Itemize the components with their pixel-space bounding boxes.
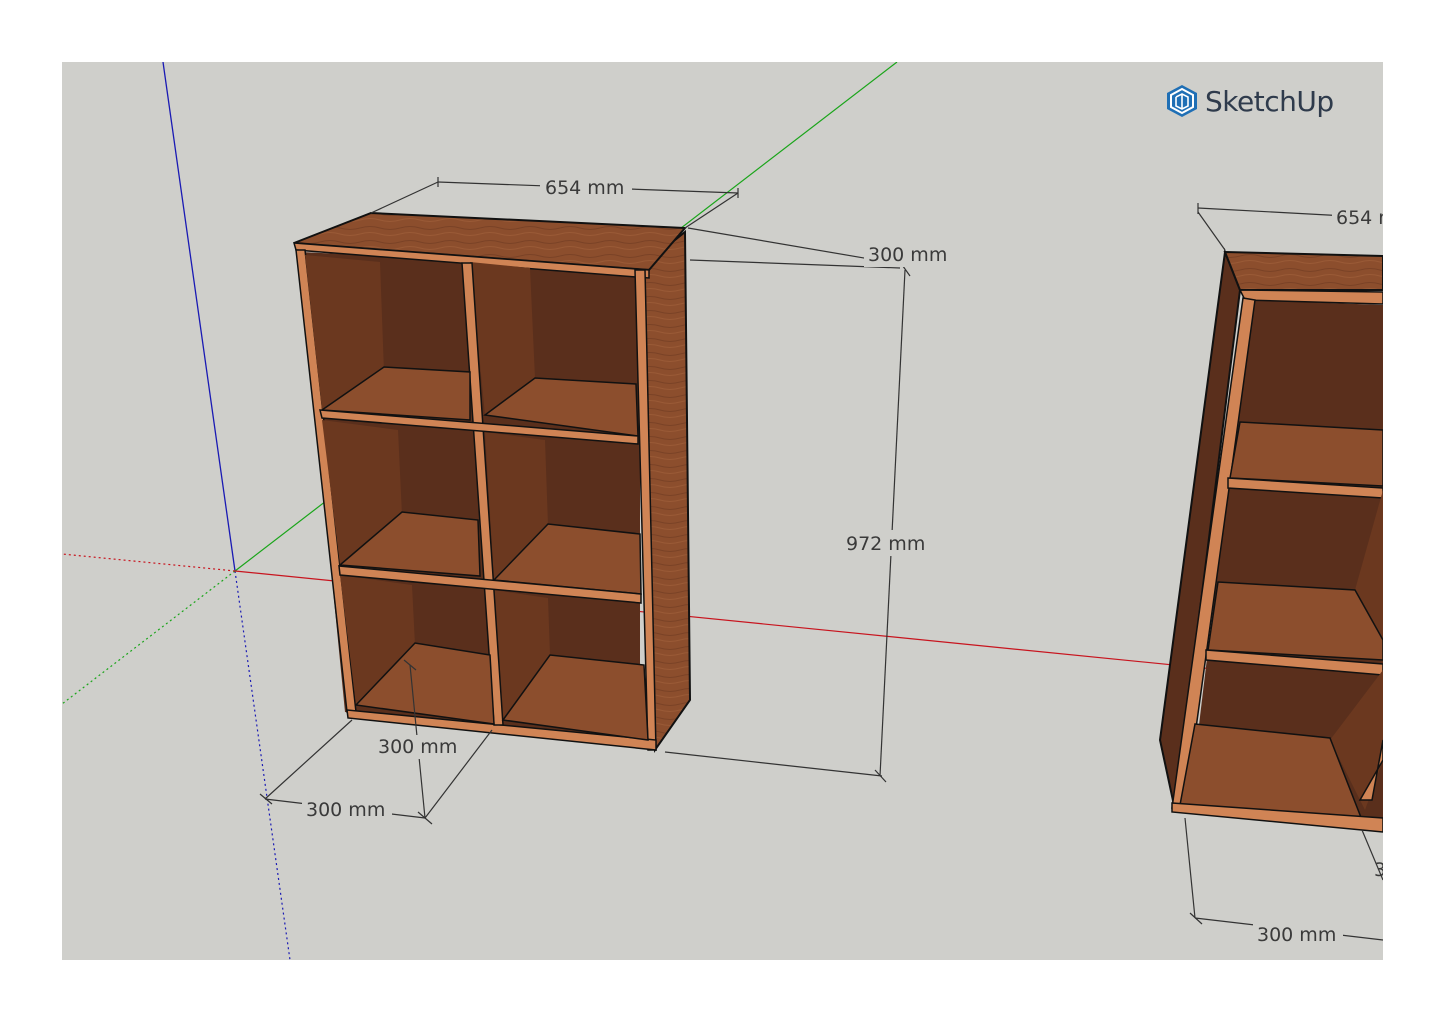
dim-right-depth-bottom: 3	[1374, 859, 1383, 881]
bookcase-right-top	[1223, 250, 1383, 291]
dim-right-width: 654 m	[1336, 207, 1383, 229]
axes	[62, 62, 1383, 960]
green-axis-negative	[62, 570, 236, 705]
sketchup-brand: SketchUp	[1166, 84, 1334, 118]
dim-left-cube-depth: 300 mm	[378, 736, 457, 758]
bookcase-right-shelf-1	[1229, 421, 1383, 487]
bookcase-right[interactable]	[1158, 248, 1383, 833]
dim-right-cube-width: 300 mm	[1257, 924, 1336, 946]
sketchup-viewport[interactable]: 654 mm 300 mm 972 mm 300 mm 300 mm 654 m…	[62, 62, 1383, 960]
blue-axis	[162, 62, 236, 572]
dim-left-width: 654 mm	[545, 177, 624, 199]
red-axis-negative	[62, 553, 236, 572]
blue-axis-negative	[234, 570, 291, 960]
bookcase-right-shelf-2	[1207, 581, 1383, 661]
dim-left-cube-width: 300 mm	[306, 799, 385, 821]
dim-left-height: 972 mm	[846, 533, 925, 555]
sketchup-wordmark: SketchUp	[1205, 84, 1334, 118]
model-scene[interactable]: 654 mm 300 mm 972 mm 300 mm 300 mm 654 m…	[62, 62, 1383, 960]
dim-left-depth-top: 300 mm	[868, 244, 947, 266]
sketchup-logo-icon	[1167, 85, 1197, 117]
bookcase-left[interactable]	[292, 211, 692, 754]
